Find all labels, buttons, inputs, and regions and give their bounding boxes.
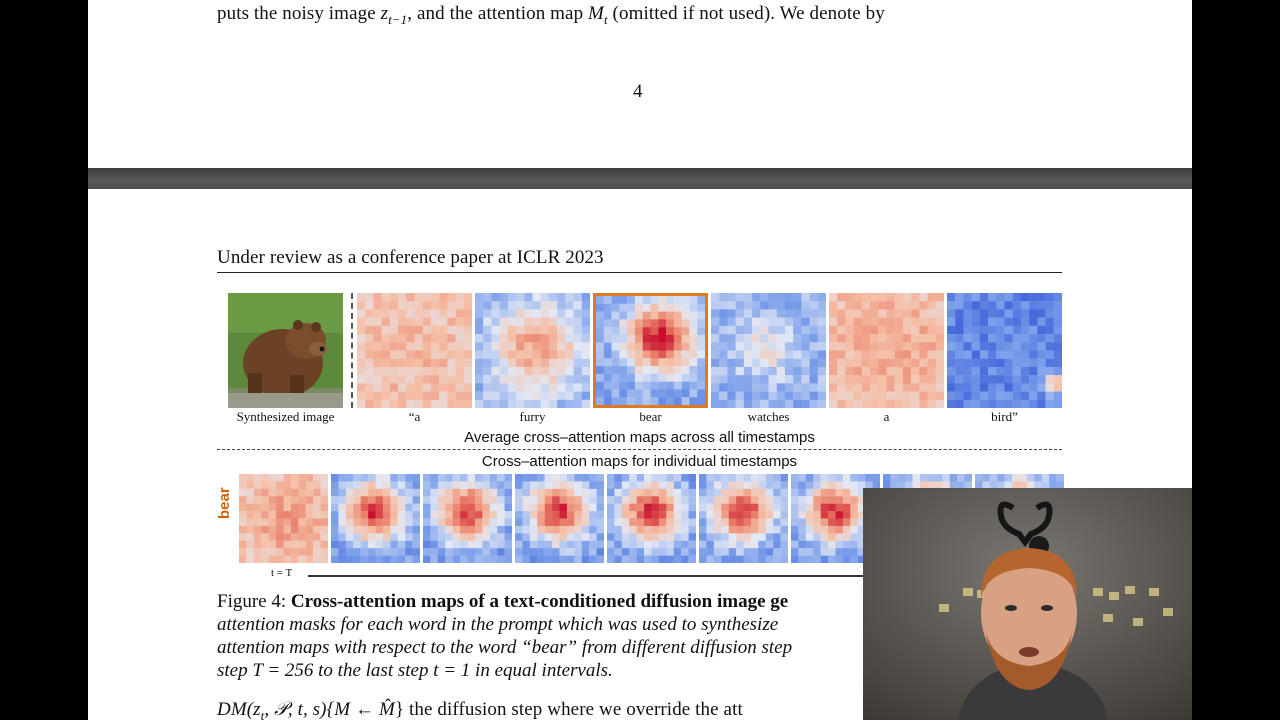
header-rule (217, 272, 1062, 273)
attention-map-watches (711, 293, 826, 408)
token-label: furry (519, 409, 546, 424)
timestep-start-label: t = T (271, 567, 293, 579)
figure-divider (217, 449, 1062, 450)
running-header: Under review as a conference paper at IC… (217, 247, 604, 268)
timestep-map (515, 474, 604, 563)
attention-map-furry (475, 293, 590, 408)
body-text-line: puts the noisy image zt−1, and the atten… (217, 3, 885, 27)
body-text-line: DM(zt, 𝒫, t, s){M ← M̂} the diffusion st… (217, 699, 743, 720)
token-label: Synthesized image (236, 409, 335, 424)
page-number: 4 (633, 81, 643, 102)
page-separator (88, 168, 1192, 189)
timestep-map (607, 474, 696, 563)
token-label: a (883, 409, 890, 424)
figure-caption: Figure 4: Cross-attention maps of a text… (217, 591, 793, 681)
attention-map-a-2 (829, 293, 944, 408)
timestep-map (239, 474, 328, 563)
timestep-map (699, 474, 788, 563)
avg-maps-caption: Average cross–attention maps across all … (464, 429, 815, 446)
synthesized-bear-image (228, 293, 343, 408)
pdf-page-3-bottom: puts the noisy image zt−1, and the atten… (88, 0, 1192, 168)
attention-map-bird (947, 293, 1062, 408)
timestep-map (331, 474, 420, 563)
token-label: “a (408, 409, 421, 424)
row-label-bear: bear (216, 487, 233, 519)
token-label: watches (747, 409, 790, 424)
timestep-maps-caption: Cross–attention maps for individual time… (481, 453, 798, 470)
token-label: bird” (991, 409, 1018, 424)
webcam-overlay (863, 488, 1192, 720)
attention-map-a (357, 293, 472, 408)
image-divider (351, 293, 353, 408)
timestep-map (423, 474, 512, 563)
attention-map-bear-highlighted (593, 293, 708, 408)
token-label: bear (639, 409, 662, 424)
